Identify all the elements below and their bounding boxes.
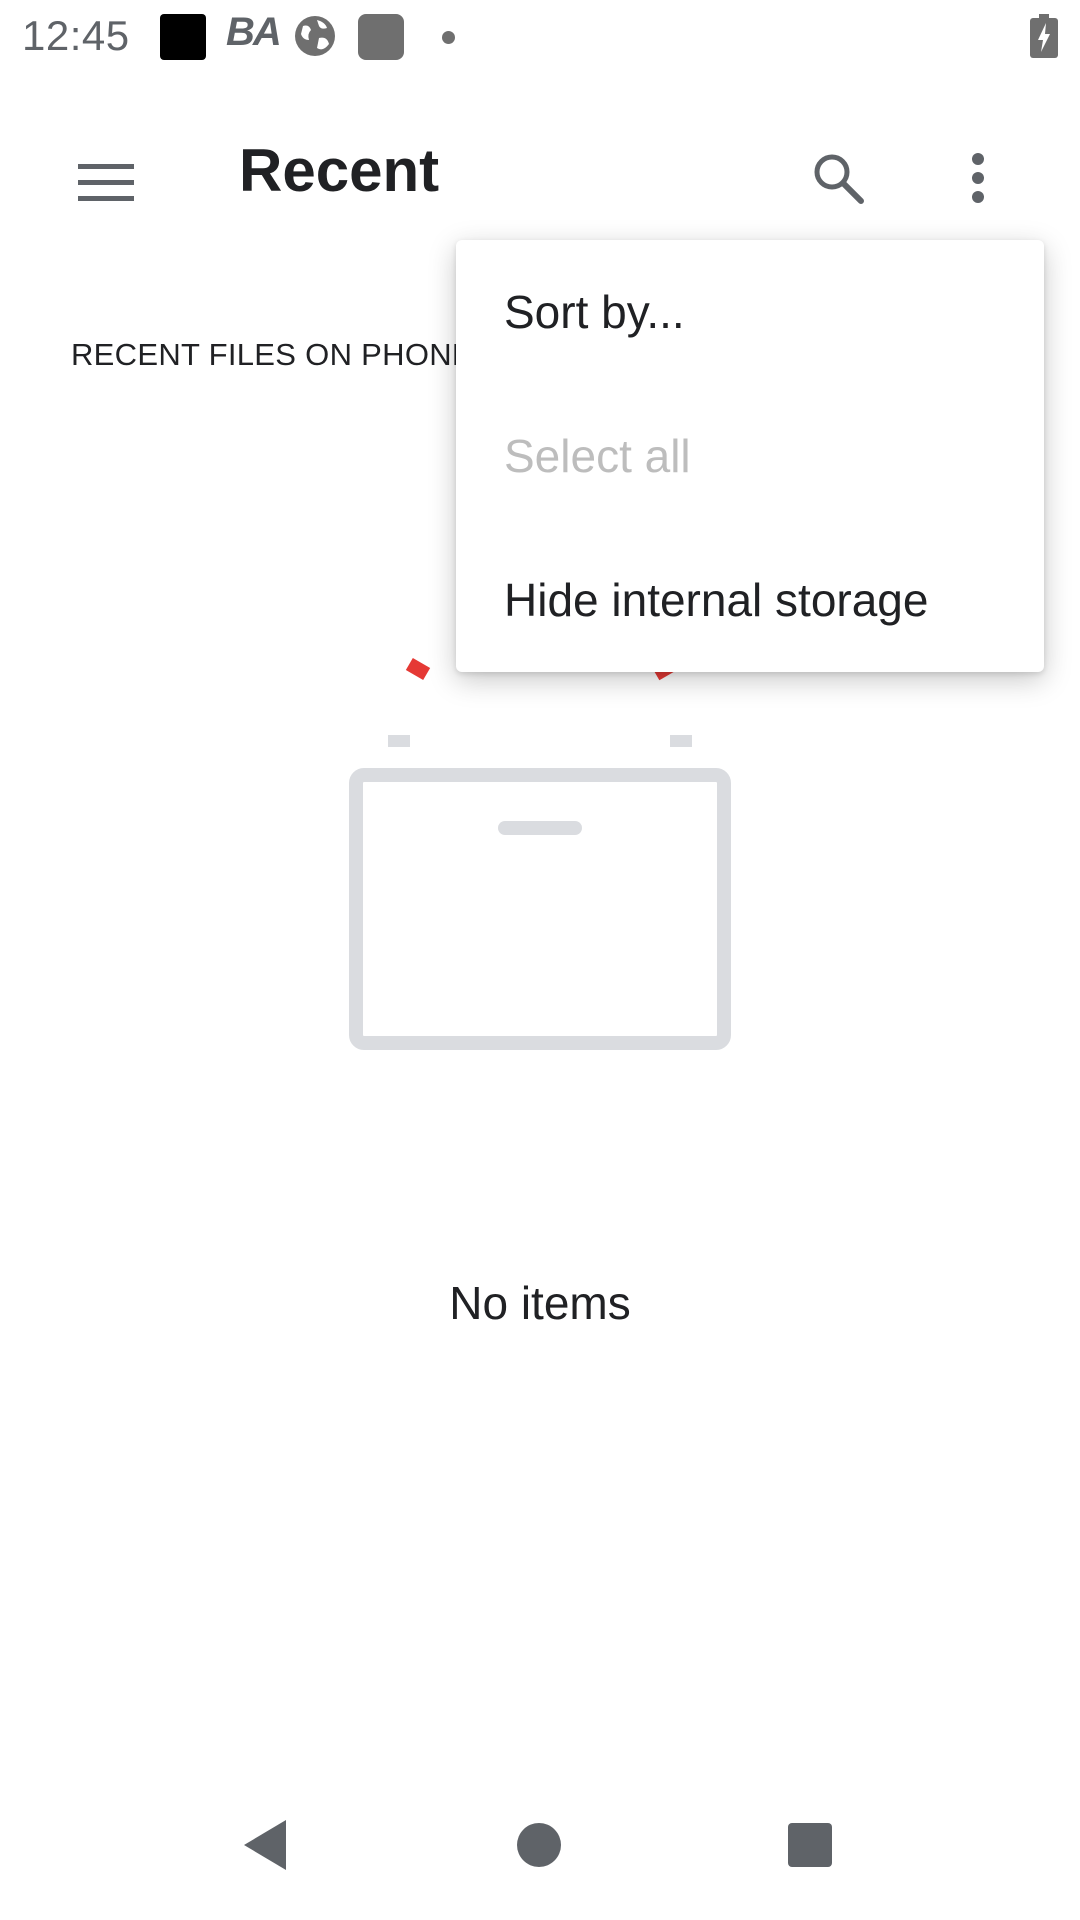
nav-bar bbox=[0, 1780, 1080, 1920]
menu-item-select-all: Select all bbox=[504, 430, 691, 482]
status-bar: 12:45 BA bbox=[0, 0, 1080, 72]
search-icon[interactable] bbox=[790, 130, 886, 226]
app-bar: Recent bbox=[0, 96, 1080, 240]
ba-icon: BA bbox=[226, 10, 282, 54]
menu-item-hide-internal-storage[interactable]: Hide internal storage bbox=[456, 528, 1044, 672]
gray-square-icon bbox=[358, 14, 404, 60]
section-header: RECENT FILES ON PHONE bbox=[71, 337, 473, 372]
page-title: Recent bbox=[239, 137, 440, 204]
globe-icon bbox=[295, 16, 335, 56]
hamburger-menu-icon[interactable] bbox=[58, 134, 154, 230]
empty-state-text: No items bbox=[449, 1277, 631, 1329]
empty-box-illustration bbox=[349, 657, 731, 1050]
more-vert-icon[interactable] bbox=[930, 130, 1026, 226]
menu-item-sort-by[interactable]: Sort by... bbox=[456, 240, 1044, 384]
battery-charging-icon bbox=[1030, 14, 1058, 58]
status-time: 12:45 bbox=[22, 12, 130, 59]
overflow-menu: Sort by... Select all Hide internal stor… bbox=[456, 240, 1044, 672]
home-icon[interactable] bbox=[484, 1790, 594, 1900]
recents-icon[interactable] bbox=[755, 1790, 865, 1900]
black-square-icon bbox=[160, 14, 206, 60]
back-icon[interactable] bbox=[210, 1790, 320, 1900]
dot-icon bbox=[442, 31, 455, 44]
